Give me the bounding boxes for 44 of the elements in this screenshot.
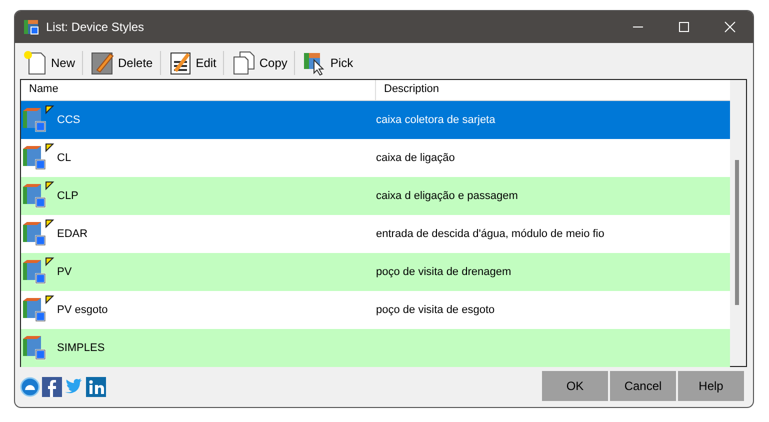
toolbar-button[interactable]: Delete [87, 50, 156, 76]
toolbar-button[interactable]: New [20, 50, 78, 76]
list-row[interactable]: EDAR entrada de descida d'água, módulo de meio fio [21, 215, 730, 253]
toolbar-button[interactable]: Edit [164, 50, 220, 76]
table-cell: poço de visita de esgoto [376, 304, 495, 316]
table-cell-text: CL [56, 152, 72, 164]
cube-icon [21, 181, 55, 211]
table-cell-text: PV esgoto [56, 304, 109, 316]
table-cell: entrada de descida d'água, módulo de meio fio [376, 228, 604, 240]
dialog-button[interactable]: Cancel [610, 371, 676, 401]
list-row[interactable]: PV esgoto poço de visita de esgoto [21, 291, 730, 329]
close-icon[interactable] [724, 21, 736, 33]
table-cell-text: CLP [56, 190, 80, 202]
window-title: List: Device Styles [46, 20, 146, 34]
list-row[interactable]: SIMPLES [21, 329, 730, 367]
toolbar-button[interactable]: Pick [299, 50, 356, 76]
copy-icon [231, 50, 258, 76]
helmet-icon[interactable] [20, 377, 40, 397]
dialog-button[interactable]: Help [678, 371, 744, 401]
table-cell-text: SIMPLES [56, 342, 106, 354]
scrollbar[interactable] [730, 80, 746, 366]
maximize-icon[interactable] [678, 21, 690, 33]
cube-icon [21, 257, 55, 287]
table-cell: caixa coletora de sarjeta [376, 114, 496, 126]
dialog-button[interactable]: OK [542, 371, 608, 401]
table-cell: caixa de ligação [376, 152, 455, 164]
scroll-thumb[interactable] [735, 160, 739, 305]
table-cell-text: CCS [56, 114, 82, 126]
toolbar-button[interactable]: Copy [228, 50, 290, 76]
pencil-icon [90, 50, 116, 76]
list-row[interactable]: CLP caixa d eligação e passagem [21, 177, 730, 215]
table-cell: caixa d eligação e passagem [376, 190, 518, 202]
linkedin-icon[interactable] [86, 377, 106, 397]
cube-icon [21, 105, 55, 135]
list-row[interactable]: CL caixa de ligação [21, 139, 730, 177]
facebook-icon[interactable] [42, 377, 62, 397]
column-header[interactable]: Description [376, 80, 448, 100]
cube-icon [23, 19, 39, 35]
list-row[interactable]: CCS caixa coletora de sarjeta [21, 101, 730, 139]
list-row[interactable]: PV poço de visita de drenagem [21, 253, 730, 291]
column-header[interactable]: Name [21, 80, 376, 100]
table-cell-text: PV [56, 266, 73, 278]
table-cell-text: EDAR [56, 228, 89, 240]
table-cell: poço de visita de drenagem [376, 266, 512, 278]
